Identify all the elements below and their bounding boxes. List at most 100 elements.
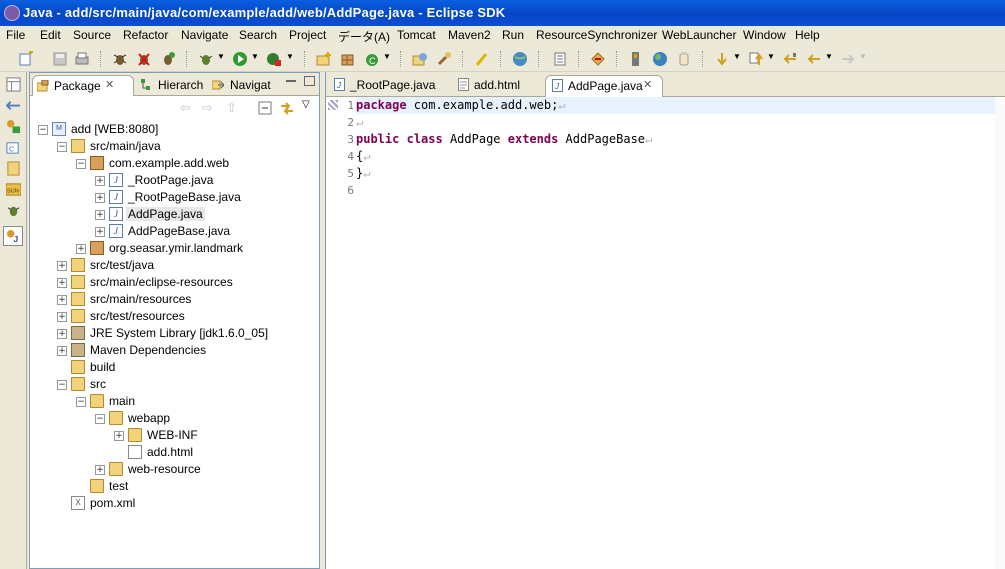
chevron-down-icon[interactable]: ▼ bbox=[859, 52, 867, 61]
tree-item[interactable]: + J _RootPageBase.java bbox=[30, 189, 319, 206]
tab-addpage-java[interactable]: J AddPage.java ✕ bbox=[545, 75, 663, 97]
java-ee-icon[interactable] bbox=[6, 119, 21, 134]
save-icon[interactable] bbox=[52, 51, 68, 67]
collapse-icon[interactable]: − bbox=[57, 142, 67, 152]
tomcat-start-icon[interactable] bbox=[628, 51, 644, 67]
expand-icon[interactable]: + bbox=[95, 210, 105, 220]
stop-debug-icon[interactable] bbox=[136, 51, 152, 67]
web-browser-icon[interactable] bbox=[512, 51, 528, 67]
tree-item[interactable]: − Madd [WEB:8080] bbox=[30, 121, 319, 138]
tree-item[interactable]: − main bbox=[30, 393, 319, 410]
next-annotation-icon[interactable] bbox=[714, 51, 730, 67]
sun-icon[interactable]: SUN bbox=[6, 182, 21, 197]
tree-item[interactable]: Xpom.xml bbox=[30, 495, 319, 512]
chevron-down-icon[interactable]: ▼ bbox=[733, 52, 741, 61]
chevron-down-icon[interactable]: ▼ bbox=[767, 52, 775, 61]
expand-icon[interactable]: + bbox=[57, 278, 67, 288]
expand-icon[interactable]: + bbox=[57, 329, 67, 339]
tree-item[interactable]: + src/main/resources bbox=[30, 291, 319, 308]
chevron-down-icon[interactable]: ▼ bbox=[217, 52, 225, 61]
external-tools-icon[interactable] bbox=[266, 51, 282, 67]
menu-window[interactable]: Window bbox=[743, 28, 786, 42]
debug-run-icon[interactable] bbox=[198, 51, 214, 67]
back-icon[interactable] bbox=[806, 51, 822, 67]
expand-icon[interactable]: + bbox=[95, 176, 105, 186]
chevron-down-icon[interactable]: ▼ bbox=[383, 52, 391, 61]
code-line[interactable]: {↵ bbox=[356, 149, 370, 163]
forward-icon[interactable]: ⇨ bbox=[202, 100, 213, 116]
new-package-icon[interactable] bbox=[340, 51, 356, 67]
collapse-icon[interactable]: − bbox=[76, 159, 86, 169]
close-icon[interactable]: ✕ bbox=[643, 78, 652, 91]
expand-icon[interactable]: + bbox=[95, 193, 105, 203]
chevron-down-icon[interactable]: ▼ bbox=[825, 52, 833, 61]
expand-icon[interactable]: + bbox=[95, 465, 105, 475]
menu-data[interactable]: データ(A) bbox=[338, 28, 390, 45]
expand-icon[interactable]: + bbox=[57, 295, 67, 305]
expand-icon[interactable]: + bbox=[57, 346, 67, 356]
menu-maven2[interactable]: Maven2 bbox=[448, 28, 491, 42]
code-line[interactable]: public class AddPage extends AddPageBase… bbox=[356, 132, 652, 146]
highlight-pen-icon[interactable] bbox=[474, 51, 490, 67]
tree-item[interactable]: + J AddPage.java bbox=[30, 206, 319, 223]
expand-icon[interactable]: + bbox=[57, 312, 67, 322]
open-type-icon[interactable] bbox=[412, 51, 428, 67]
menu-file[interactable]: File bbox=[6, 28, 25, 42]
previous-annotation-icon[interactable] bbox=[748, 51, 764, 67]
expand-icon[interactable]: + bbox=[114, 431, 124, 441]
code-line[interactable]: ↵ bbox=[356, 115, 363, 129]
outline-view-icon[interactable] bbox=[6, 98, 21, 113]
debug-perspective-icon[interactable] bbox=[6, 203, 21, 218]
tree-item[interactable]: + JRE System Library [jdk1.6.0_05] bbox=[30, 325, 319, 342]
tree-item[interactable]: + Maven Dependencies bbox=[30, 342, 319, 359]
minimize-icon[interactable] bbox=[286, 80, 296, 82]
view-menu-icon[interactable]: ▽ bbox=[302, 99, 310, 110]
tab-rootpage-java[interactable]: J _RootPage.java bbox=[328, 75, 448, 96]
expand-icon[interactable]: + bbox=[95, 227, 105, 237]
run-icon[interactable] bbox=[232, 51, 248, 67]
code-area[interactable]: 1 package com.example.add.web;↵ 2 ↵ 3 public … bbox=[347, 97, 1005, 569]
tree-item[interactable]: build bbox=[30, 359, 319, 376]
chevron-down-icon[interactable]: ▼ bbox=[286, 52, 294, 61]
code-line[interactable]: }↵ bbox=[356, 166, 370, 180]
link-with-editor-icon[interactable] bbox=[280, 101, 294, 115]
menu-edit[interactable]: Edit bbox=[40, 28, 61, 42]
new-wizard-icon[interactable] bbox=[18, 51, 34, 67]
close-icon[interactable]: ✕ bbox=[105, 78, 114, 91]
jar-icon[interactable] bbox=[676, 51, 692, 67]
tab-navigator[interactable]: Navigat bbox=[208, 75, 280, 95]
tree-item[interactable]: test bbox=[30, 478, 319, 495]
tree-item[interactable]: − webapp bbox=[30, 410, 319, 427]
back-icon[interactable]: ⇦ bbox=[180, 100, 191, 116]
tree-item[interactable]: − src/main/java bbox=[30, 138, 319, 155]
tree-item[interactable]: add.html bbox=[30, 444, 319, 461]
menu-resourcesynchronizer[interactable]: ResourceSynchronizer bbox=[536, 28, 657, 42]
open-perspective-icon[interactable] bbox=[6, 77, 21, 92]
tree-item[interactable]: − com.example.add.web bbox=[30, 155, 319, 172]
sync-icon[interactable] bbox=[590, 51, 606, 67]
java-perspective-button[interactable]: J bbox=[3, 226, 23, 246]
cvs-icon[interactable]: C bbox=[6, 140, 21, 155]
maximize-icon[interactable] bbox=[304, 76, 315, 86]
restart-debug-icon[interactable] bbox=[160, 51, 176, 67]
menu-navigate[interactable]: Navigate bbox=[181, 28, 228, 42]
tree-item[interactable]: − src bbox=[30, 376, 319, 393]
new-java-project-icon[interactable] bbox=[316, 51, 332, 67]
tree-item[interactable]: + src/test/resources bbox=[30, 308, 319, 325]
debug-bug-icon[interactable] bbox=[112, 51, 128, 67]
tab-hierarchy[interactable]: Hierarch bbox=[136, 75, 208, 95]
collapse-icon[interactable]: − bbox=[95, 414, 105, 424]
tree-item[interactable]: + org.seasar.ymir.landmark bbox=[30, 240, 319, 257]
forward-icon[interactable] bbox=[840, 51, 856, 67]
tree-item[interactable]: + J _RootPage.java bbox=[30, 172, 319, 189]
new-class-icon[interactable]: C bbox=[364, 51, 380, 67]
tab-package-explorer[interactable]: Package ✕ bbox=[32, 75, 134, 96]
up-icon[interactable]: ⇧ bbox=[226, 100, 237, 116]
menu-refactor[interactable]: Refactor bbox=[123, 28, 168, 42]
expand-icon[interactable]: + bbox=[76, 244, 86, 254]
tree-item[interactable]: + WEB-INF bbox=[30, 427, 319, 444]
menu-source[interactable]: Source bbox=[73, 28, 111, 42]
tree-item[interactable]: + J AddPageBase.java bbox=[30, 223, 319, 240]
menu-help[interactable]: Help bbox=[795, 28, 820, 42]
last-edit-location-icon[interactable] bbox=[782, 51, 798, 67]
